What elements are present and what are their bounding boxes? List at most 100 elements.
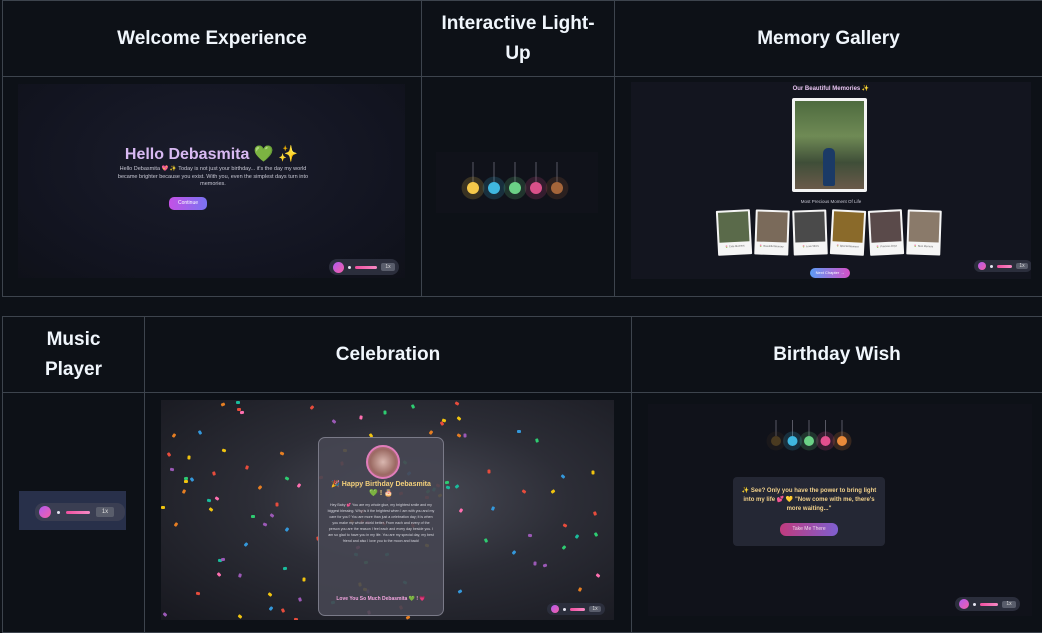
- welcome-screenshot: Hello Debasmita 💚 ✨ Hello Debasmita 💖 ✨ …: [18, 84, 405, 278]
- celebration-message: Hey Baby 💕 You are my whole glue, my bri…: [327, 502, 435, 588]
- gallery-main-photo[interactable]: [792, 98, 867, 192]
- confetti-piece: [593, 532, 598, 537]
- celebration-title: 🎉 Happy Birthday Debasmita 💚 ! 🎂: [329, 480, 433, 498]
- take-me-there-button[interactable]: Take Me There: [780, 523, 838, 536]
- confetti-piece: [257, 485, 262, 490]
- confetti-piece: [184, 477, 188, 480]
- speed-select[interactable]: 1x: [381, 263, 395, 271]
- confetti-piece: [522, 489, 527, 494]
- confetti-piece: [240, 411, 244, 414]
- confetti-piece: [167, 452, 172, 457]
- confetti-piece: [533, 561, 536, 565]
- confetti-piece: [490, 506, 494, 511]
- light-bulb[interactable]: [467, 182, 479, 194]
- light-bulb[interactable]: [509, 182, 521, 194]
- confetti-piece: [551, 489, 556, 494]
- confetti-piece: [483, 538, 487, 543]
- volume-slider[interactable]: [980, 603, 998, 606]
- confetti-piece: [187, 455, 190, 459]
- confetti-piece: [488, 469, 491, 473]
- thumbnail-caption: 🌷 Special Moment: [831, 244, 863, 249]
- thumbnail-photo: [757, 211, 788, 242]
- bulbs-svg: [436, 152, 598, 213]
- confetti-piece: [237, 408, 241, 411]
- gallery-thumbnail[interactable]: 🌷 Cute Moment: [716, 209, 752, 256]
- wish-card: ✨ See? Only you have the power to bring …: [733, 477, 885, 546]
- play-icon[interactable]: [333, 262, 344, 273]
- play-icon[interactable]: [959, 599, 969, 609]
- confetti-piece: [270, 513, 275, 518]
- light-bulb[interactable]: [771, 436, 781, 446]
- gallery-thumbnail[interactable]: 🌷 Love Vibes: [792, 209, 828, 255]
- confetti-piece: [359, 416, 363, 420]
- play-icon[interactable]: [551, 605, 559, 613]
- confetti-piece: [161, 506, 165, 509]
- welcome-body: Hello Debasmita 💖 ✨ Today is not just yo…: [113, 166, 313, 189]
- music-player-widget[interactable]: 1x: [35, 503, 125, 521]
- thumbnail-photo: [794, 211, 825, 242]
- welcome-title: Hello Debasmita 💚 ✨: [18, 144, 405, 164]
- confetti-piece: [263, 523, 268, 527]
- wish-mini-player[interactable]: 1x: [955, 597, 1020, 611]
- volume-slider[interactable]: [355, 266, 377, 269]
- confetti-piece: [217, 572, 222, 577]
- volume-slider[interactable]: [570, 608, 585, 611]
- confetti-piece: [591, 470, 594, 474]
- volume-icon: [348, 266, 351, 269]
- play-icon[interactable]: [39, 506, 51, 518]
- volume-icon: [57, 511, 60, 514]
- gallery-thumbnail[interactable]: 🌷 Precious Days: [868, 209, 904, 256]
- confetti-piece: [512, 550, 517, 555]
- confetti-piece: [332, 419, 337, 424]
- header-music-player: Music Player: [3, 317, 145, 393]
- wish-bulbs-svg: [648, 404, 1032, 464]
- light-bulb[interactable]: [551, 182, 563, 194]
- confetti-piece: [285, 476, 290, 481]
- light-bulb[interactable]: [530, 182, 542, 194]
- volume-slider[interactable]: [997, 265, 1012, 268]
- confetti-piece: [410, 404, 414, 409]
- thumbnail-caption: 🌷 Precious Days: [871, 244, 903, 249]
- speed-select[interactable]: 1x: [1016, 263, 1028, 269]
- light-bulb[interactable]: [488, 182, 500, 194]
- confetti-piece: [464, 434, 467, 438]
- gallery-mini-player[interactable]: 1x: [974, 260, 1031, 272]
- confetti-piece: [162, 612, 167, 617]
- gallery-thumbnail[interactable]: 🌷 Special Moment: [830, 209, 866, 256]
- speed-select[interactable]: 1x: [96, 507, 114, 517]
- confetti-piece: [459, 508, 464, 513]
- speed-select[interactable]: 1x: [589, 606, 601, 612]
- next-chapter-button[interactable]: Next Chapter →: [810, 268, 850, 278]
- light-bulb[interactable]: [804, 436, 814, 446]
- volume-slider[interactable]: [66, 511, 90, 514]
- light-bulb[interactable]: [837, 436, 847, 446]
- thumbnail-photo: [718, 211, 750, 243]
- confetti-piece: [446, 486, 451, 490]
- confetti-piece: [236, 401, 240, 404]
- lightup-screenshot: [436, 152, 598, 213]
- confetti-piece: [296, 483, 301, 488]
- continue-button[interactable]: Continue: [169, 197, 207, 210]
- gallery-subtitle: Most Precious Moment Of Life: [631, 199, 1031, 204]
- gallery-thumbnail[interactable]: 🌷 Beautiful Memory: [754, 209, 790, 255]
- confetti-piece: [195, 592, 200, 596]
- light-bulb[interactable]: [788, 436, 798, 446]
- confetti-piece: [457, 433, 462, 438]
- confetti-piece: [276, 503, 279, 507]
- confetti-piece: [458, 589, 463, 594]
- confetti-piece: [279, 451, 284, 455]
- confetti-piece: [593, 511, 597, 516]
- confetti-piece: [542, 563, 547, 567]
- celebration-footer: Love You So Much Debasmita 💚 ! 💗: [323, 596, 439, 602]
- confetti-piece: [222, 448, 227, 452]
- speed-select[interactable]: 1x: [1002, 601, 1016, 608]
- confetti-piece: [578, 587, 582, 592]
- thumbnail-caption: 🌷 Beautiful Memory: [755, 244, 787, 248]
- confetti-piece: [456, 416, 461, 421]
- celebration-mini-player[interactable]: 1x: [547, 603, 605, 615]
- gallery-thumbnail[interactable]: 🌷 Best Memory: [906, 209, 942, 255]
- light-bulb[interactable]: [821, 436, 831, 446]
- play-icon[interactable]: [978, 262, 986, 270]
- welcome-mini-player[interactable]: 1x: [329, 259, 399, 275]
- thumbnail-photo: [870, 211, 902, 243]
